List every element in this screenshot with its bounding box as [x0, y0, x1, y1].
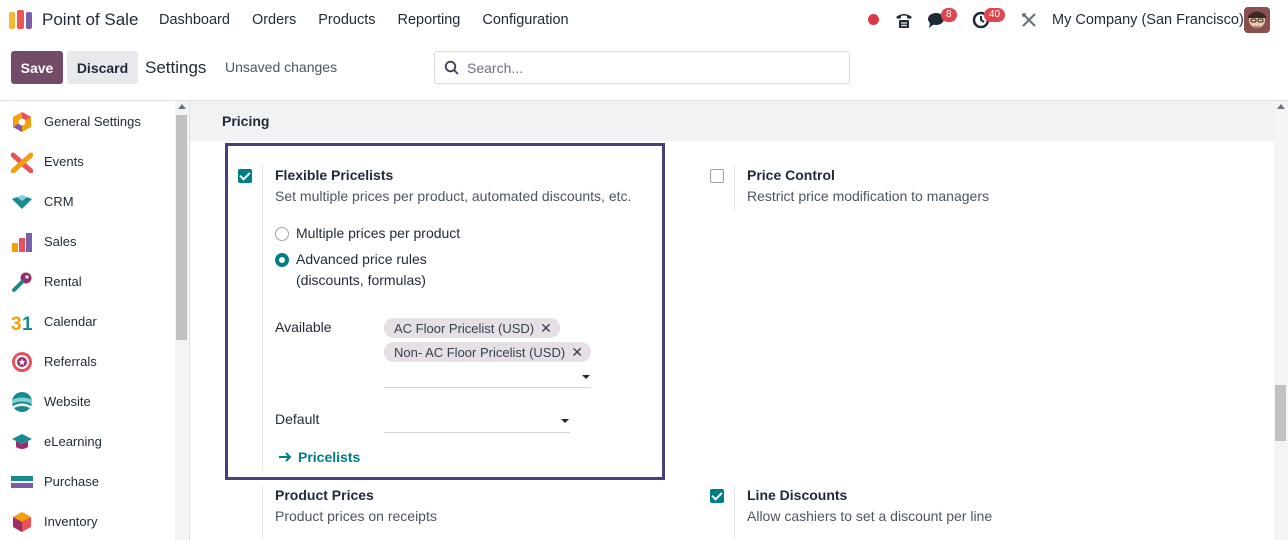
- price-control-title: Price Control: [747, 167, 835, 183]
- search-input[interactable]: [467, 58, 837, 78]
- line-discounts-title: Line Discounts: [747, 487, 848, 503]
- sidebar-item-crm[interactable]: CRM: [0, 181, 174, 221]
- sidebar-scroll-thumb[interactable]: [176, 115, 187, 340]
- section-title: Pricing: [222, 113, 270, 129]
- product-prices-title: Product Prices: [275, 487, 374, 503]
- top-navbar: Point of Sale Dashboard Orders Products …: [0, 0, 1288, 40]
- sidebar-item-calendar[interactable]: 3 1 Calendar: [0, 301, 174, 341]
- save-button[interactable]: Save: [11, 51, 63, 84]
- main-menu: Dashboard Orders Products Reporting Conf…: [159, 12, 591, 28]
- company-switcher[interactable]: My Company (San Francisco): [1052, 12, 1244, 28]
- unsaved-status: Unsaved changes: [225, 59, 338, 75]
- sidebar-item-inventory[interactable]: Inventory: [0, 501, 174, 541]
- setting-divider: [734, 486, 735, 540]
- sidebar-item-label: Purchase: [44, 474, 99, 489]
- scroll-up-icon[interactable]: [178, 104, 186, 109]
- menu-orders[interactable]: Orders: [252, 12, 296, 28]
- line-discounts-desc: Allow cashiers to set a discount per lin…: [747, 508, 993, 524]
- website-icon: [12, 392, 32, 412]
- discard-button[interactable]: Discard: [67, 51, 138, 84]
- messages-badge: 8: [941, 8, 957, 22]
- tools-icon[interactable]: [1021, 12, 1037, 28]
- sidebar-item-label: CRM: [44, 194, 74, 209]
- sidebar-item-label: Rental: [44, 274, 82, 289]
- activities-badge: 40: [984, 8, 1006, 22]
- price-control-desc: Restrict price modification to managers: [747, 188, 989, 204]
- sidebar-item-label: General Settings: [44, 114, 141, 129]
- app-logo-icon[interactable]: [8, 9, 34, 31]
- menu-dashboard[interactable]: Dashboard: [159, 12, 230, 28]
- price-control-checkbox[interactable]: [710, 169, 724, 183]
- app-name[interactable]: Point of Sale: [42, 10, 138, 30]
- purchase-icon: [11, 476, 33, 488]
- sidebar-item-label: Calendar: [44, 314, 97, 329]
- search-box[interactable]: [434, 51, 850, 84]
- menu-configuration[interactable]: Configuration: [482, 12, 568, 28]
- main-scroll-thumb[interactable]: [1275, 385, 1286, 441]
- setting-divider: [262, 486, 263, 540]
- general-settings-icon: [13, 112, 31, 132]
- sales-icon: [12, 233, 32, 252]
- sidebar-item-purchase[interactable]: Purchase: [0, 461, 174, 501]
- scroll-up-icon[interactable]: [1277, 104, 1285, 109]
- menu-products[interactable]: Products: [318, 12, 375, 28]
- sidebar-item-label: Sales: [44, 234, 77, 249]
- menu-reporting[interactable]: Reporting: [398, 12, 461, 28]
- main-scrollbar[interactable]: [1274, 101, 1288, 540]
- phone-icon[interactable]: [894, 10, 914, 30]
- settings-sidebar: General Settings Events CRM Sales Rental: [0, 101, 190, 540]
- calendar-icon: 3 1: [11, 314, 33, 333]
- section-header-pricing: Pricing: [190, 101, 1274, 141]
- events-icon: [11, 152, 33, 173]
- user-avatar[interactable]: [1244, 7, 1270, 33]
- highlight-frame: [225, 143, 665, 480]
- page-title: Settings: [145, 58, 207, 77]
- line-discounts-checkbox[interactable]: [710, 489, 724, 503]
- setting-divider: [734, 165, 735, 211]
- sidebar-item-website[interactable]: Website: [0, 381, 174, 421]
- crm-icon: [12, 195, 32, 209]
- sidebar-item-events[interactable]: Events: [0, 141, 174, 181]
- elearning-icon: [12, 434, 32, 449]
- sidebar-scrollbar[interactable]: [175, 101, 189, 540]
- sidebar-item-label: Events: [44, 154, 84, 169]
- svg-text:3: 3: [11, 314, 22, 333]
- svg-text:1: 1: [22, 314, 33, 333]
- sidebar-item-elearning[interactable]: eLearning: [0, 421, 174, 461]
- rental-icon: [12, 272, 32, 292]
- sidebar-item-sales[interactable]: Sales: [0, 221, 174, 261]
- product-prices-desc: Product prices on receipts: [275, 508, 437, 524]
- sidebar-item-label: eLearning: [44, 434, 102, 449]
- sidebar-item-label: Inventory: [44, 514, 98, 529]
- sidebar-item-label: Website: [44, 394, 91, 409]
- sidebar-item-referrals[interactable]: Referrals: [0, 341, 174, 381]
- status-dot-icon[interactable]: [868, 14, 879, 25]
- inventory-icon: [13, 512, 31, 532]
- sidebar-item-label: Referrals: [44, 354, 97, 369]
- search-icon: [444, 60, 459, 75]
- sidebar-item-general-settings[interactable]: General Settings: [0, 101, 174, 141]
- referrals-icon: [12, 352, 32, 372]
- sidebar-item-rental[interactable]: Rental: [0, 261, 174, 301]
